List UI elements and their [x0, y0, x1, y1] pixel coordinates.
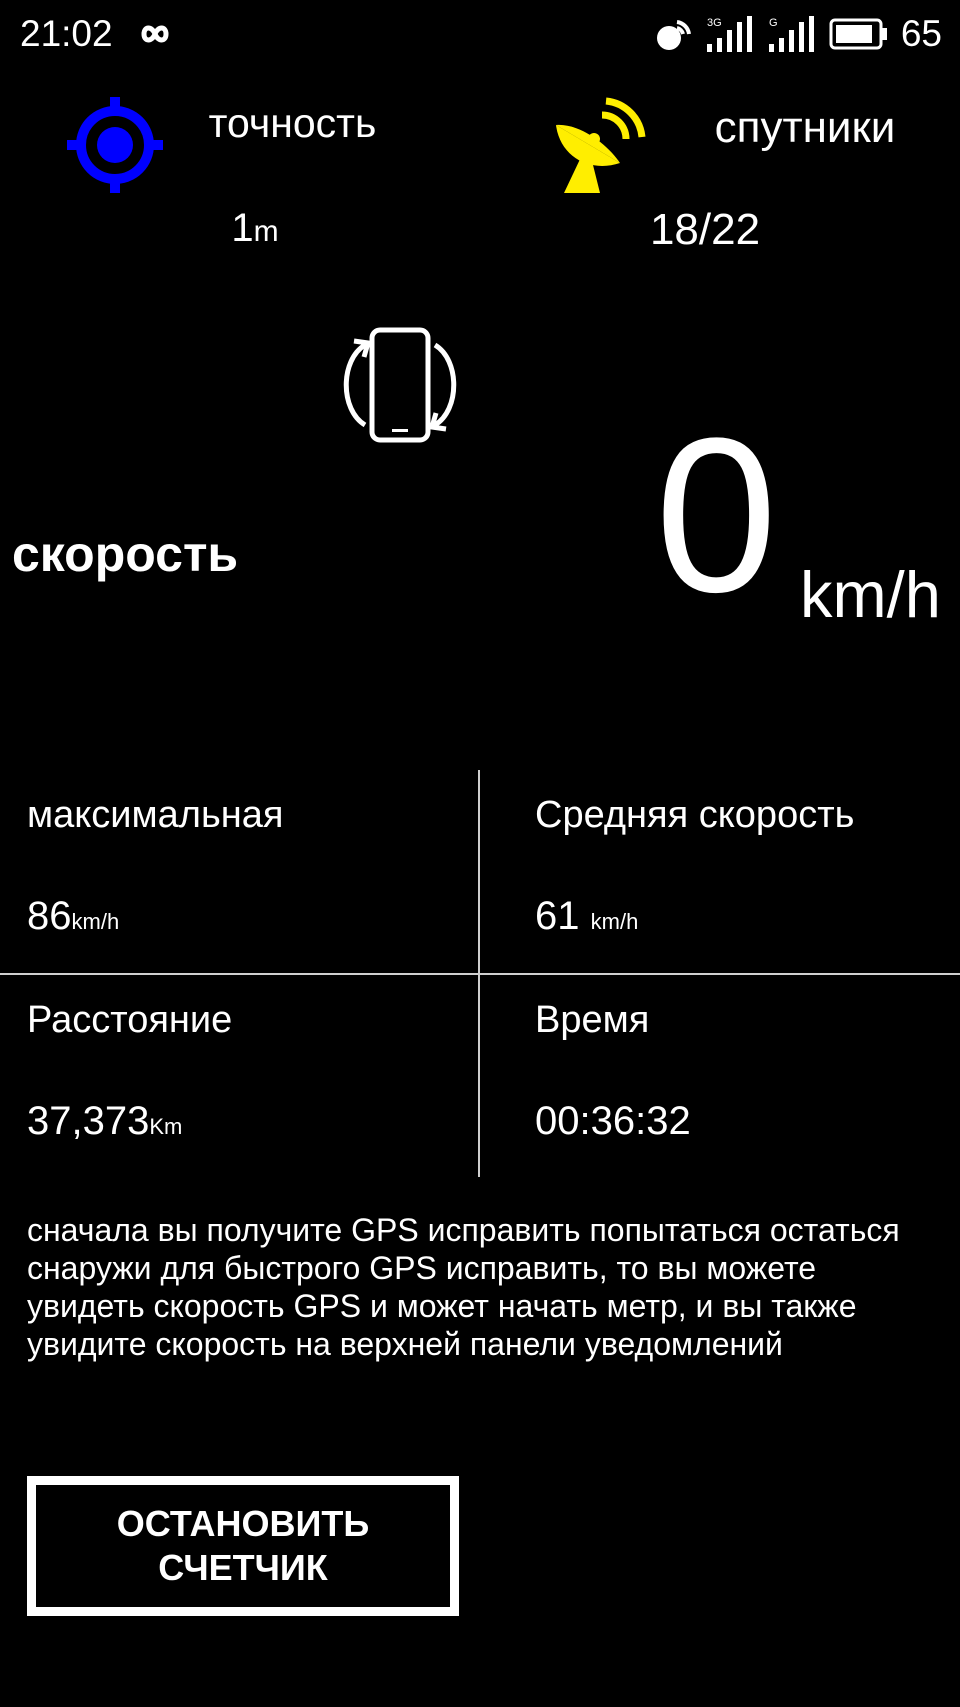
time-label: Время: [535, 999, 650, 1041]
max-speed-value: 86km/h: [27, 890, 119, 948]
distance-unit: Km: [149, 1114, 183, 1139]
battery-icon: [829, 18, 887, 50]
crosshair-icon: [67, 97, 163, 193]
satellites-label: спутники: [714, 103, 896, 152]
status-icons: 3G G 65: [641, 10, 942, 58]
stop-button-line-1: ОСТАНОВИТЬ: [116, 1503, 370, 1544]
max-speed-unit: km/h: [71, 909, 120, 934]
max-speed-label: максимальная: [27, 794, 284, 836]
time-value: 00:36:32: [535, 1099, 691, 1143]
average-speed-label: Средняя скорость: [535, 794, 855, 836]
max-speed-number: 86: [27, 894, 72, 938]
distance-value: 37,373Km: [27, 1095, 182, 1153]
accuracy-unit: m: [253, 215, 279, 248]
speed-unit: km/h: [800, 558, 941, 631]
distance-number: 37,373: [27, 1099, 150, 1143]
status-time: 21:02: [20, 13, 113, 54]
distance-label: Расстояние: [27, 999, 233, 1041]
average-speed-unit: km/h: [590, 909, 639, 934]
average-speed-number: 61: [535, 894, 580, 938]
accuracy-value: 1m: [180, 200, 330, 260]
speed-label: скорость: [12, 526, 239, 582]
speed-value: 0: [655, 392, 778, 638]
stop-button-line-2: СЧЕТЧИК: [158, 1547, 328, 1588]
satellite-dish-icon: [556, 97, 646, 193]
network-3g-label: 3G: [707, 17, 722, 29]
satellites-value: 18/22: [649, 205, 761, 254]
accuracy-label: точность: [208, 100, 377, 146]
average-speed-value: 61 km/h: [535, 890, 638, 948]
network-g-label: G: [769, 17, 778, 29]
info-text: сначала вы получите GPS исправить попыта…: [27, 1212, 900, 1362]
infinity-icon: [141, 25, 169, 43]
stats-divider-horizontal: [0, 973, 960, 975]
signal-3g-icon: 3G: [706, 16, 752, 52]
stop-button-label: ОСТАНОВИТЬ СЧЕТЧИК: [117, 1502, 370, 1590]
battery-level: 65: [900, 13, 942, 54]
stop-counter-button[interactable]: ОСТАНОВИТЬ СЧЕТЧИК: [27, 1476, 459, 1616]
rotate-screen-icon[interactable]: [330, 325, 470, 445]
accuracy-number: 1: [231, 206, 254, 250]
signal-g-icon: G: [768, 16, 814, 52]
location-signal-icon: [656, 20, 691, 50]
